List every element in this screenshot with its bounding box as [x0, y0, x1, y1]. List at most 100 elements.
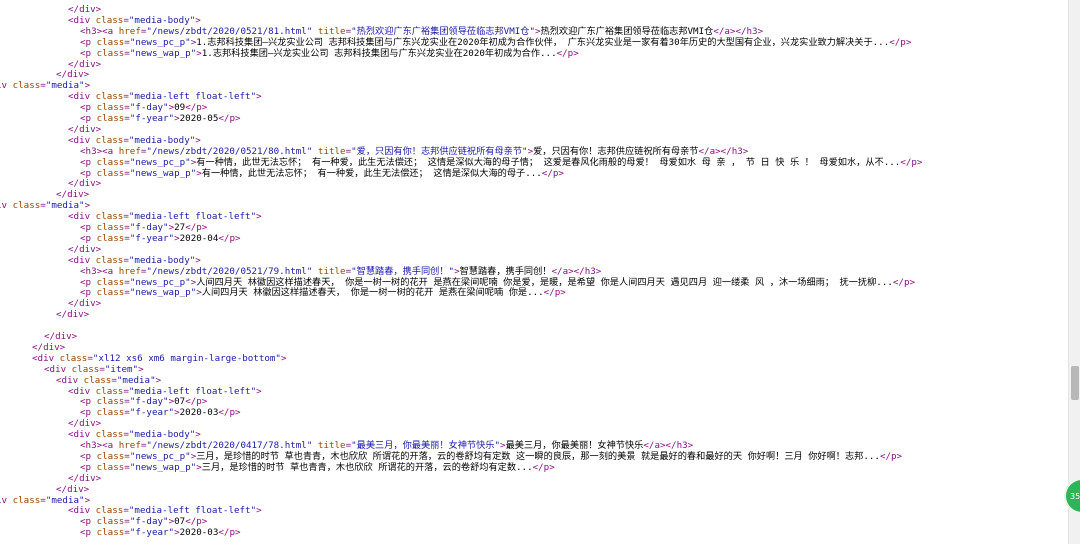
source-token: 2020-03	[179, 527, 219, 539]
source-line: </div>	[32, 342, 65, 353]
source-token: class	[95, 134, 124, 146]
source-token: </p>	[879, 450, 903, 462]
source-token: >	[280, 352, 287, 364]
source-token: >	[84, 494, 91, 506]
source-token: "media"	[45, 80, 85, 92]
source-token: 三月，是珍惜的时节 草也青青，木也欣欣 所谓花的开落，云的卷舒均有定数...	[201, 461, 533, 473]
source-token: </p>	[532, 461, 555, 473]
source-token: <div	[44, 363, 72, 375]
source-token: <div	[56, 374, 84, 386]
source-token: </div>	[68, 123, 102, 135]
source-line: iv class="media">	[0, 495, 90, 506]
source-token: 热烈欢迎广东广裕集团领导莅临志邦VMI仓	[540, 25, 714, 37]
source-token: </p>	[185, 222, 208, 233]
source-line: </div>	[68, 418, 101, 429]
source-token: "f-year"	[129, 407, 175, 419]
source-token: "media-left float-left"	[128, 505, 257, 517]
source-token: "f-day"	[129, 516, 169, 528]
source-token: <p	[80, 47, 97, 59]
source-token: <h3><a	[80, 440, 119, 451]
source-token: </p>	[543, 287, 566, 299]
source-token: iv	[0, 494, 8, 506]
source-token: </a></h3>	[643, 440, 694, 451]
badge-count: 35	[1070, 491, 1080, 501]
source-line: <p class="news_wap_p">有一种情，此世无法忘怀； 有一种爱，…	[80, 168, 564, 179]
source-token: 07	[174, 396, 186, 408]
source-token: "news_wap_p"	[129, 287, 197, 299]
source-line: <div class="media-body">	[68, 15, 201, 26]
source-token: class	[96, 516, 125, 528]
source-token: <p	[80, 407, 97, 419]
source-token: <p	[80, 450, 97, 462]
source-line: </div>	[68, 59, 101, 70]
source-line: </div>	[68, 244, 101, 255]
source-token: </p>	[185, 396, 208, 408]
source-token: </div>	[68, 4, 102, 15]
source-token: "media"	[45, 494, 85, 506]
source-token: </a></h3>	[551, 265, 602, 277]
source-line: <p class="news_pc_p">1.志邦科技集团—兴龙实业公司 志邦科…	[80, 37, 911, 48]
source-line: <div class="item">	[44, 364, 144, 375]
source-token: title	[317, 145, 346, 157]
source-token: "/news/zbdt/2020/0521/81.html"	[146, 25, 313, 37]
source-token: "news_pc_p"	[129, 276, 191, 288]
source-token: "最美三月，你最美丽！女神节快乐"	[351, 440, 501, 451]
source-token: >	[256, 385, 262, 397]
source-line: </div>	[44, 331, 77, 342]
source-line: <h3><a href="/news/zbdt/2020/0417/78.htm…	[80, 440, 693, 451]
source-token: "media"	[45, 200, 85, 212]
source-token: class	[96, 276, 125, 288]
source-token: <div	[68, 91, 96, 103]
source-token: </div>	[56, 189, 90, 201]
source-line: <p class="news_pc_p">三月，是珍惜的时节 草也青青，木也欣欣…	[80, 451, 902, 462]
source-token: "f-day"	[129, 102, 169, 114]
source-token: <div	[68, 134, 96, 146]
source-token: href	[118, 25, 141, 37]
source-line: <h3><a href="/news/zbdt/2020/0521/81.htm…	[80, 26, 763, 37]
source-token: 有一种情，此世无法忘怀； 有一种爱，此生无法偿还； 这情是深似大海的母子...	[201, 167, 542, 179]
source-token: <p	[80, 287, 97, 299]
source-line: </div>	[68, 178, 101, 189]
source-token: 人间四月天 林徽因这样描述春天， 你是一树一树的花开 是燕在梁间呢喃 你是爱，是…	[196, 276, 893, 288]
scrollbar-thumb[interactable]	[1071, 366, 1079, 400]
source-token: "media-body"	[128, 134, 196, 146]
source-token: class	[71, 363, 100, 375]
source-token: class	[96, 396, 125, 408]
source-token: class	[96, 156, 125, 168]
source-token: 2020-04	[179, 232, 219, 244]
source-token: <p	[80, 461, 97, 473]
source-token: <p	[80, 167, 97, 179]
source-token: <p	[80, 276, 97, 288]
source-token: 有一种情，此世无法忘怀； 有一种爱，此生无法偿还； 这情是深似大海的母子情； 这…	[196, 156, 901, 168]
source-token: >	[155, 374, 162, 386]
source-token: </p>	[892, 276, 916, 288]
source-token: "/news/zbdt/2020/0521/79.html"	[146, 265, 313, 277]
source-token: class	[96, 287, 125, 299]
source-token: class	[96, 113, 125, 124]
source-line: </div>	[68, 298, 101, 309]
source-line: <p class="news_wap_p">1.志邦科技集团—兴龙实业公司 志邦…	[80, 48, 579, 59]
vertical-scrollbar[interactable]	[1068, 0, 1080, 544]
source-token: <p	[80, 113, 97, 124]
source-token: class	[96, 167, 125, 179]
source-token: class	[96, 461, 125, 473]
source-token: <div	[32, 352, 60, 364]
source-token: class	[12, 80, 41, 92]
source-token: class	[95, 254, 124, 266]
source-token: </div>	[56, 69, 90, 81]
source-token: </p>	[218, 113, 241, 124]
source-line: <div class="media-left float-left">	[68, 386, 262, 397]
source-token: <div	[68, 14, 96, 26]
source-token: class	[95, 385, 124, 397]
source-token: <div	[68, 385, 96, 397]
source-token: "news_pc_p"	[129, 36, 191, 48]
source-token: </p>	[218, 232, 241, 244]
source-token: "news_pc_p"	[129, 450, 191, 462]
source-line: <p class="f-year">2020-03</p>	[80, 407, 241, 418]
source-token: class	[83, 374, 112, 386]
source-token: </div>	[56, 483, 90, 495]
source-line: <p class="f-year">2020-04</p>	[80, 233, 241, 244]
source-token: class	[96, 407, 125, 419]
source-token: >	[195, 429, 201, 441]
source-token: 爱，只因有你！志邦供应链祝所有母亲节	[533, 145, 699, 157]
